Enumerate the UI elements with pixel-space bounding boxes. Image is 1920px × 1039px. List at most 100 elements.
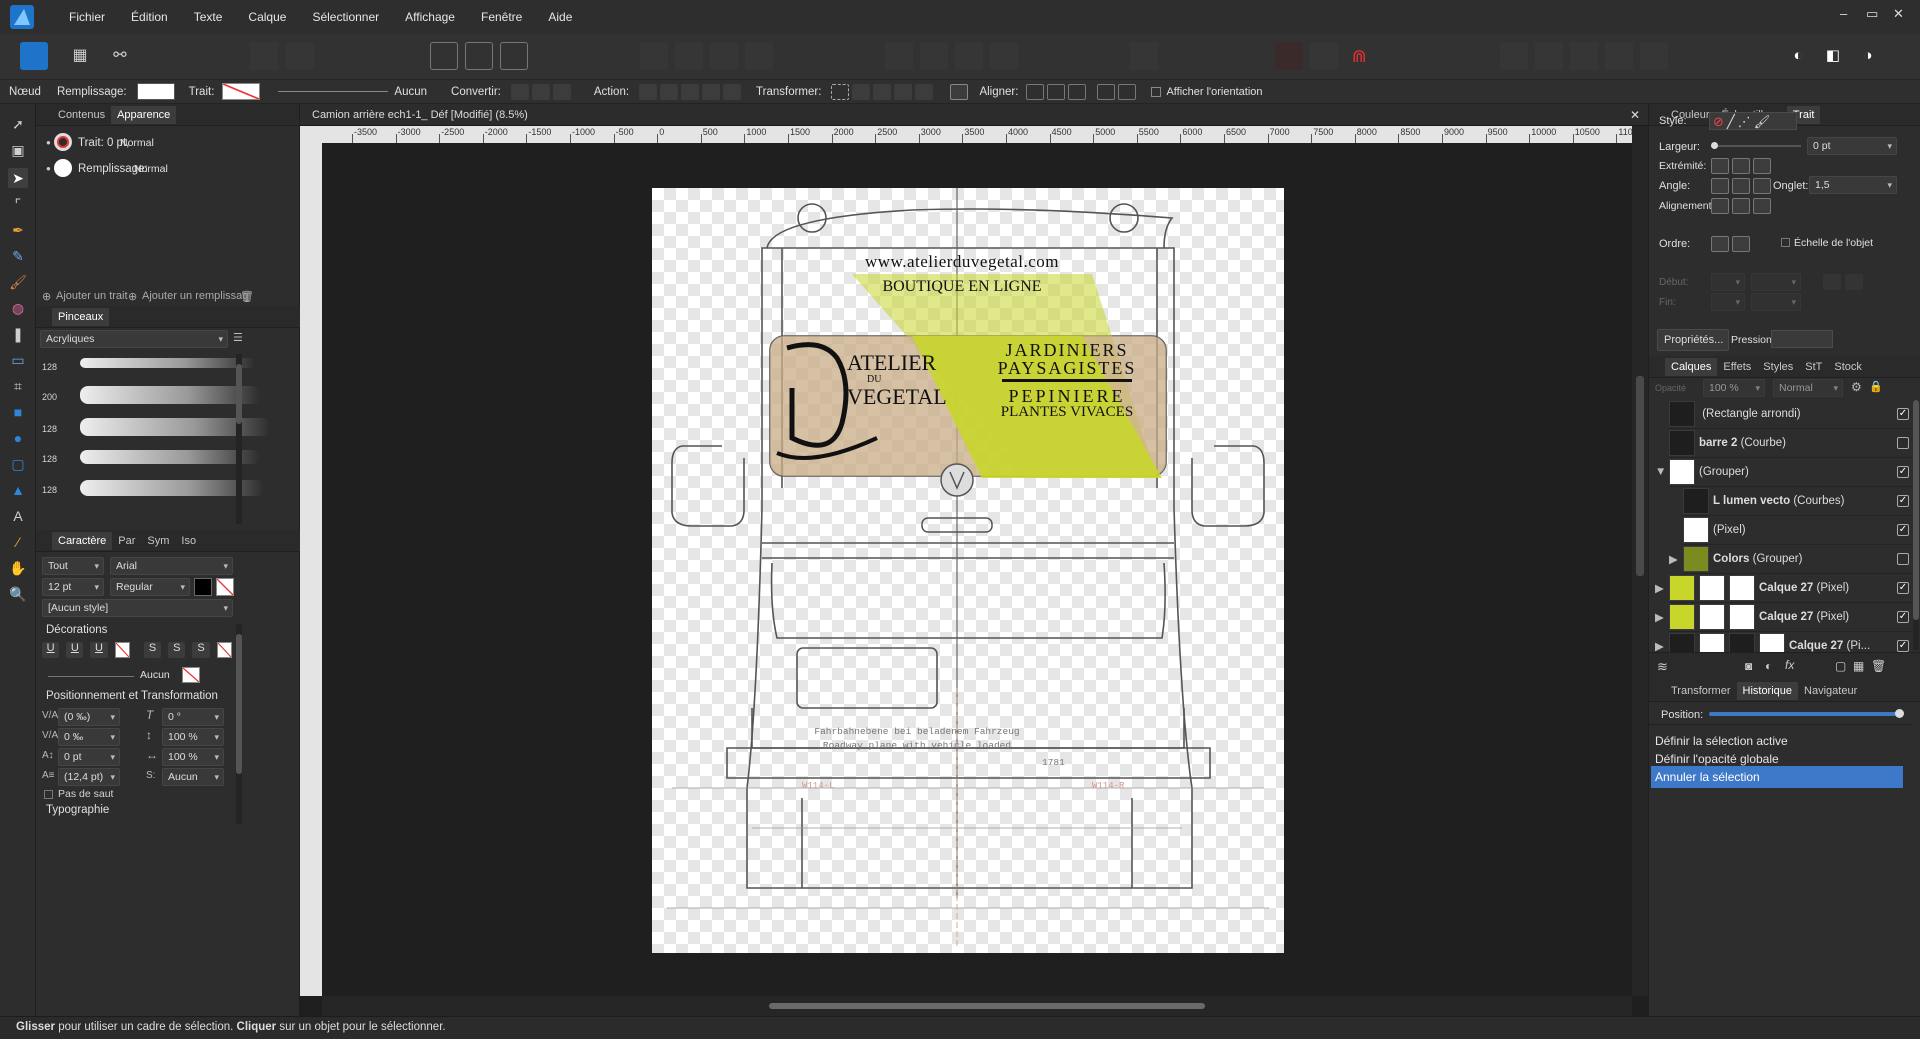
menu-affichage[interactable]: Affichage [392,10,468,24]
vertical-ruler[interactable] [300,126,322,996]
text-fill-swatch[interactable] [194,578,212,596]
font-size-select[interactable]: 12 pt [42,578,104,596]
tab-calques[interactable]: Calques [1665,357,1718,376]
square-cap-icon[interactable] [1753,158,1771,174]
layer-row[interactable]: barre 2 (Courbe) [1669,429,1913,458]
menu-edition[interactable]: Édition [118,10,181,24]
layer-visibility-checkbox[interactable] [1897,553,1909,565]
arrange-forward-icon[interactable] [1570,42,1598,70]
convert-smart-icon[interactable] [552,83,571,100]
history-item-selected[interactable]: Annuler la sélection [1651,766,1903,788]
swap-arrows-icon[interactable] [1823,274,1841,290]
tab-par[interactable]: Par [112,532,141,550]
round-join-icon[interactable] [1732,178,1750,194]
brush-category-select[interactable]: Acryliques [40,330,228,348]
close-window-button[interactable]: ✕ [1893,6,1904,22]
crop-tool-icon[interactable]: ⌗ [8,376,28,396]
expand-arrow-icon[interactable]: ▶ [1655,610,1664,624]
start-size-select[interactable] [1751,273,1801,291]
van-drawing[interactable] [652,188,1284,953]
artboard-tool-icon[interactable]: ▣ [8,140,28,160]
layer-visibility-checkbox[interactable]: ✓ [1897,524,1909,536]
font-family-select[interactable]: Arial [110,557,233,575]
transform-opt3-icon[interactable] [894,83,913,100]
width-value-field[interactable]: 0 pt [1807,137,1897,155]
s-value-select[interactable]: Aucun [162,768,224,786]
arrange-order-icon[interactable] [1640,42,1668,70]
align-outside-icon[interactable] [1753,198,1771,214]
hand-tool-icon[interactable]: ✋ [8,558,28,578]
add-fill-button[interactable]: Ajouter un remplissag [142,290,248,302]
expand-arrow-icon[interactable]: ▼ [1655,466,1666,478]
color-picker-icon[interactable] [286,42,314,70]
add-layer-icon[interactable]: ▢ [1835,659,1846,673]
color-picker-tool-icon[interactable]: ⁄ [8,532,28,552]
width-slider[interactable] [1711,142,1801,149]
align-nodes-dist-icon[interactable] [1068,83,1087,100]
isolate-selection-icon[interactable] [465,42,493,70]
horizontal-scale-field[interactable]: 100 % [162,748,224,766]
scale-with-object-checkbox[interactable] [1781,238,1790,247]
boolean-add-icon[interactable] [640,42,668,70]
end-size-select[interactable] [1751,293,1801,311]
layer-visibility-checkbox[interactable]: ✓ [1897,582,1909,594]
place-image-tool-icon[interactable]: ▭ [8,350,28,370]
align-inside-icon[interactable] [1732,198,1750,214]
show-orientation-checkbox[interactable] [1151,86,1162,97]
align-center-icon[interactable] [1711,198,1729,214]
underline-icon[interactable]: U [42,642,60,658]
assistant-icon[interactable]: ◐ [1784,42,1812,70]
tab-stock[interactable]: Stock [1828,358,1868,376]
menu-fichier[interactable]: Fichier [56,10,118,24]
align-nodes-h-icon[interactable] [1026,83,1045,100]
menu-texte[interactable]: Texte [181,10,236,24]
char-scope-select[interactable]: Tout [42,557,104,575]
bevel-join-icon[interactable] [1753,178,1771,194]
fill-swatch[interactable] [136,83,175,100]
minimize-button[interactable]: – [1840,6,1847,21]
node-tool-icon[interactable]: ➤ [8,168,28,188]
transform-opt2-icon[interactable] [873,83,892,100]
history-position-slider[interactable] [1709,709,1904,718]
add-pixel-layer-icon[interactable]: ▦ [1853,659,1864,673]
layer-visibility-checkbox[interactable] [1897,437,1909,449]
layer-row[interactable]: ▶ Calque 27 (Pixel) ✓ [1655,574,1913,603]
arrow-position-icon[interactable] [1845,274,1863,290]
brush-stroke-preview[interactable] [80,386,260,404]
double-strikethrough-icon[interactable]: S [168,642,186,658]
convert-sharp-icon[interactable] [510,83,529,100]
brush-menu-icon[interactable]: ☰ [233,331,243,344]
layer-row[interactable]: ▶ Calque 27 (Pixel) ✓ [1655,603,1913,632]
double-underline-icon[interactable]: U [66,642,84,658]
snapping-magnet-icon[interactable]: ⋒ [1345,42,1373,70]
align-menu-icon[interactable] [1130,42,1158,70]
layer-visibility-checkbox[interactable]: ✓ [1897,640,1909,652]
stroke-style-preview[interactable] [278,91,389,92]
layer-row[interactable]: (Rectangle arrondi) ✓ [1669,400,1913,429]
artboard[interactable]: www.atelierduvegetal.com BOUTIQUE EN LIG… [652,188,1284,953]
rounded-rect-tool-icon[interactable]: ▢ [8,454,28,474]
layer-visibility-checkbox[interactable]: ✓ [1897,408,1909,420]
menu-selectionner[interactable]: Sélectionner [299,10,392,24]
flip-vertical-icon[interactable] [920,42,948,70]
designer-persona-icon[interactable] [20,42,48,70]
menu-calque[interactable]: Calque [235,10,299,24]
strike-offset-icon[interactable]: S [192,642,210,658]
restore-button[interactable]: ▭ [1866,6,1878,22]
underline-offset-icon[interactable]: U [90,642,108,658]
tab-sym[interactable]: Sym [141,532,175,550]
stroke-behind-icon[interactable] [1711,236,1729,252]
tab-apparence[interactable]: Apparence [111,105,177,124]
decoration-style-value[interactable]: Aucun [140,669,170,681]
join-curves-icon[interactable] [702,83,721,100]
layer-settings-icon[interactable]: ⚙ [1851,380,1862,394]
rectangle-tool-icon[interactable]: ■ [8,402,28,422]
dashed-stroke-icon[interactable]: ⋰ [1738,114,1751,129]
strikethrough-icon[interactable]: S [143,642,162,658]
baseline-field[interactable]: 0 pt [58,748,120,766]
fx-icon[interactable]: fx [1785,658,1794,672]
align-nodes-v-icon[interactable] [1047,83,1066,100]
stroke-front-icon[interactable] [1732,236,1750,252]
triangle-tool-icon[interactable]: ▲ [8,480,28,500]
opacity-select[interactable]: 100 % [1703,379,1765,397]
